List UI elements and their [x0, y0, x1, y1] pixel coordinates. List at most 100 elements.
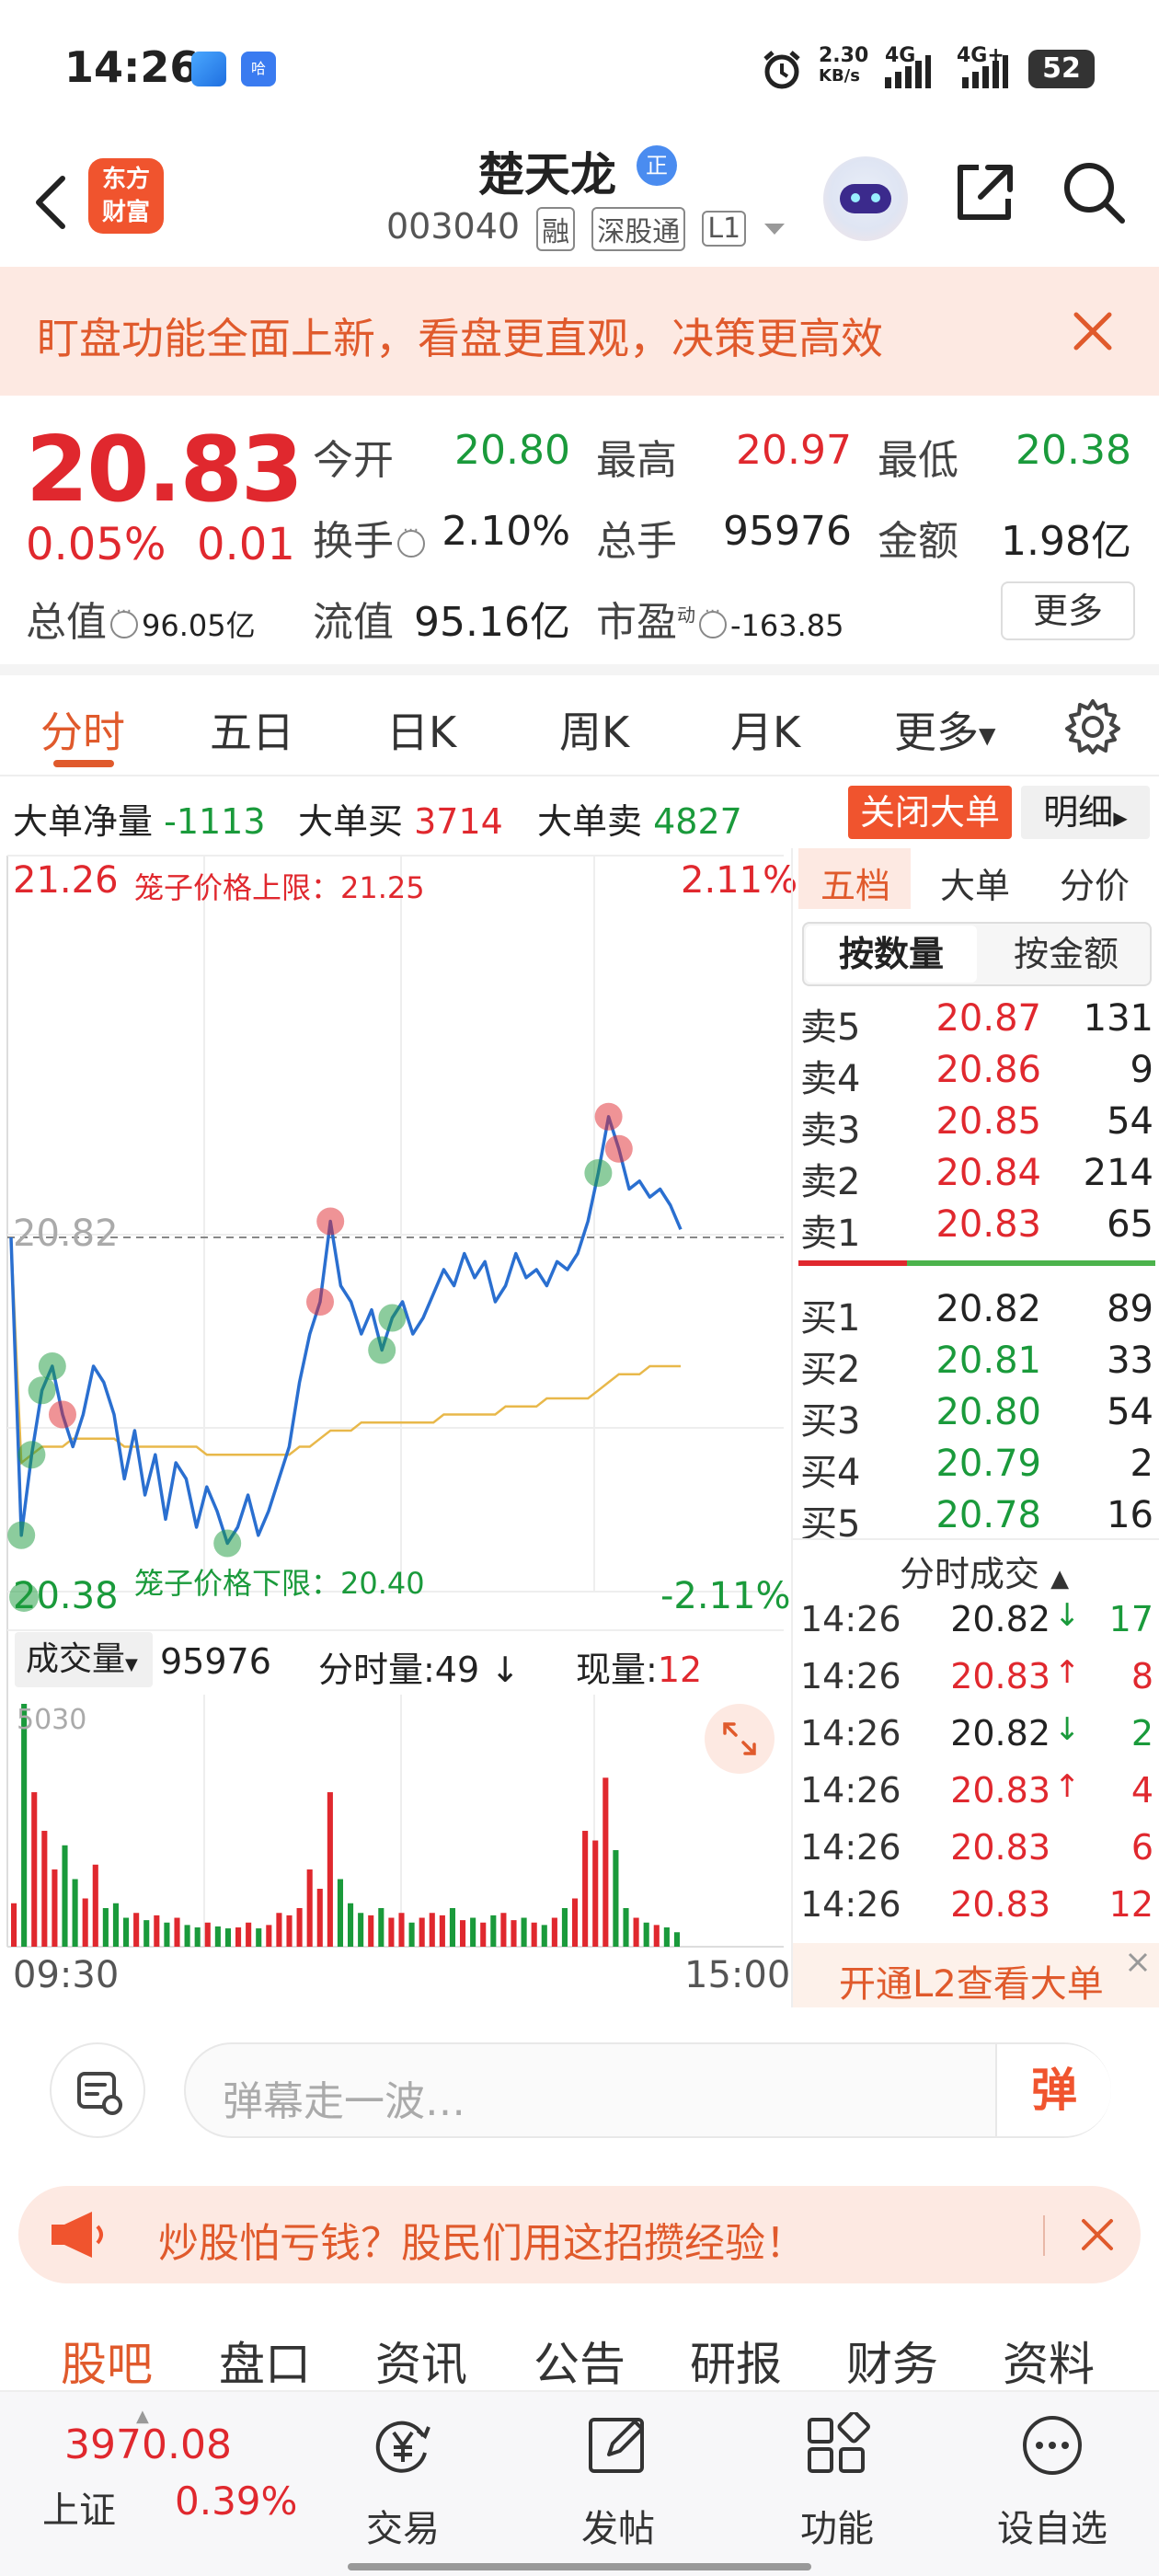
logo-line-2: 财富	[101, 199, 150, 226]
promo-banner[interactable]: 炒股怕亏钱？股民们用这招攒经验！	[18, 2186, 1141, 2283]
stock-code-row[interactable]: 003040 融 深股通 L1	[386, 206, 786, 251]
volume-bar	[327, 1792, 333, 1947]
ask-row-5[interactable]: 卖5 20.87 131	[793, 994, 1159, 1049]
tab-announcements[interactable]: 公告	[534, 2328, 625, 2394]
status-bar: 14:26 哈 2.30 KB/s 4G 4G+ 52	[0, 0, 1159, 138]
bid-label: 买1	[800, 1297, 861, 1340]
nav-trade-label: 交易	[366, 2508, 440, 2550]
bid-label: 买4	[800, 1452, 861, 1494]
unit-toggle: 按数量 按金额	[802, 922, 1152, 986]
info-icon[interactable]	[110, 602, 138, 638]
ask-row-3[interactable]: 卖3 20.85 54	[793, 1097, 1159, 1152]
lower-limit-label: 笼子价格下限：20.40	[134, 1566, 425, 1601]
trade-price: 20.83	[950, 1656, 1050, 1696]
volume-bar	[460, 1920, 466, 1947]
bid-label: 买3	[800, 1400, 861, 1443]
tab-weekly-k[interactable]: 周K	[559, 699, 629, 760]
info-icon[interactable]	[699, 602, 727, 638]
intraday-chart[interactable]: 21.26 2.11% 笼子价格上限：21.25 20.82 20.38 -2.…	[0, 848, 798, 2007]
volume-bar	[419, 1917, 425, 1947]
close-big-order-button[interactable]: 关闭大单	[848, 786, 1012, 839]
volume-indicator-select[interactable]: 成交量▼	[15, 1632, 153, 1687]
close-icon[interactable]	[1124, 1949, 1152, 1976]
nav-post[interactable]: 发帖	[545, 2407, 692, 2550]
trade-price: 20.82	[950, 1713, 1050, 1754]
tab-big-order[interactable]: 大单	[940, 857, 1010, 908]
bid-vol: 16	[1107, 1494, 1153, 1536]
danmaku-settings-button[interactable]	[50, 2042, 145, 2138]
amount-label: 金额	[878, 518, 958, 565]
volume-bar	[31, 1792, 38, 1947]
trade-time: 14:26	[800, 1656, 901, 1696]
nav-watchlist[interactable]: 设自选	[979, 2407, 1126, 2550]
nav-trade[interactable]: 交易	[329, 2407, 476, 2550]
expand-icon[interactable]	[705, 1704, 775, 1774]
danmaku-input[interactable]: 弹幕走一波… 弹	[184, 2042, 1111, 2138]
feature-banner[interactable]: 盯盘功能全面上新，看盘更直观，决策更高效	[0, 267, 1159, 396]
gear-icon[interactable]	[1063, 697, 1122, 756]
ask-label: 卖4	[800, 1058, 861, 1100]
send-danmaku-button[interactable]: 弹	[995, 2044, 1111, 2136]
tab-forum[interactable]: 股吧	[61, 2328, 153, 2394]
nav-functions[interactable]: 功能	[763, 2407, 911, 2550]
ask-row-1[interactable]: 卖1 20.83 65	[793, 1200, 1159, 1255]
tab-research[interactable]: 研报	[690, 2328, 782, 2394]
detail-button[interactable]: 明细▶	[1021, 786, 1150, 839]
volume-bar	[572, 1898, 579, 1947]
tab-news[interactable]: 资讯	[375, 2328, 467, 2394]
signal-icon-2	[962, 55, 1008, 88]
pe-value: -163.85	[730, 608, 844, 643]
tab-price-distribution[interactable]: 分价	[1060, 857, 1130, 908]
close-icon[interactable]	[1076, 2214, 1119, 2256]
close-icon[interactable]	[1067, 305, 1119, 357]
tab-profile[interactable]: 资料	[1003, 2328, 1095, 2394]
back-arrow-icon[interactable]	[26, 166, 81, 239]
volume-bar	[246, 1922, 252, 1947]
megaphone-icon	[52, 2212, 103, 2258]
bid-row-3[interactable]: 买3 20.80 54	[793, 1387, 1159, 1443]
tab-more[interactable]: 更多▼	[894, 699, 995, 760]
bid-row-4[interactable]: 买4 20.79 2	[793, 1439, 1159, 1494]
tab-five-level[interactable]: 五档	[820, 857, 890, 908]
ask-vol: 214	[1083, 1152, 1153, 1194]
volume-bar	[112, 1903, 120, 1947]
trade-row: 14:26 20.82 ↓ 2	[793, 1704, 1159, 1761]
bid-vol: 89	[1107, 1288, 1153, 1330]
share-icon[interactable]	[947, 156, 1021, 230]
signal-dot-red	[316, 1207, 345, 1236]
trades-title[interactable]: 分时成交 ▲	[900, 1546, 1069, 1596]
by-amount-button[interactable]: 按金额	[981, 926, 1152, 983]
ask-row-2[interactable]: 卖2 20.84 214	[793, 1148, 1159, 1203]
trade-price: 20.83	[950, 1770, 1050, 1811]
more-quote-button[interactable]: 更多	[1001, 581, 1135, 640]
bid-row-2[interactable]: 买2 20.81 33	[793, 1336, 1159, 1391]
by-quantity-button[interactable]: 按数量	[806, 926, 977, 983]
volume-bar	[52, 1869, 58, 1947]
search-icon[interactable]	[1058, 156, 1131, 230]
tab-monthly-k[interactable]: 月K	[730, 699, 800, 760]
tab-financials[interactable]: 财务	[846, 2328, 938, 2394]
trade-volume: 6	[1130, 1827, 1153, 1868]
average-line	[9, 1236, 681, 1466]
assistant-robot-icon[interactable]	[823, 156, 908, 241]
bid-row-1[interactable]: 买1 20.82 89	[793, 1284, 1159, 1340]
trade-time: 14:26	[800, 1770, 901, 1811]
tab-daily-k[interactable]: 日K	[386, 699, 456, 760]
volume-bar	[286, 1915, 293, 1947]
volume-bar	[623, 1908, 629, 1947]
trade-volume: 12	[1108, 1884, 1153, 1925]
eastmoney-logo[interactable]: 东方 财富	[88, 158, 164, 234]
bid-vol: 2	[1130, 1443, 1153, 1485]
l2-upgrade-bar[interactable]: 开通L2查看大单	[793, 1943, 1159, 2007]
volume-bar	[602, 1777, 609, 1947]
info-icon[interactable]	[397, 521, 425, 558]
bid-row-5[interactable]: 买5 20.78 16	[793, 1490, 1159, 1546]
compose-icon	[589, 2418, 644, 2473]
ask-vol: 9	[1130, 1049, 1153, 1091]
tab-five-day[interactable]: 五日	[210, 699, 294, 760]
tag-level: L1	[702, 211, 747, 247]
volume-bar	[511, 1920, 517, 1947]
tab-intraday[interactable]: 分时	[40, 699, 125, 760]
ask-row-4[interactable]: 卖4 20.86 9	[793, 1045, 1159, 1100]
tab-order-book[interactable]: 盘口	[219, 2328, 311, 2394]
